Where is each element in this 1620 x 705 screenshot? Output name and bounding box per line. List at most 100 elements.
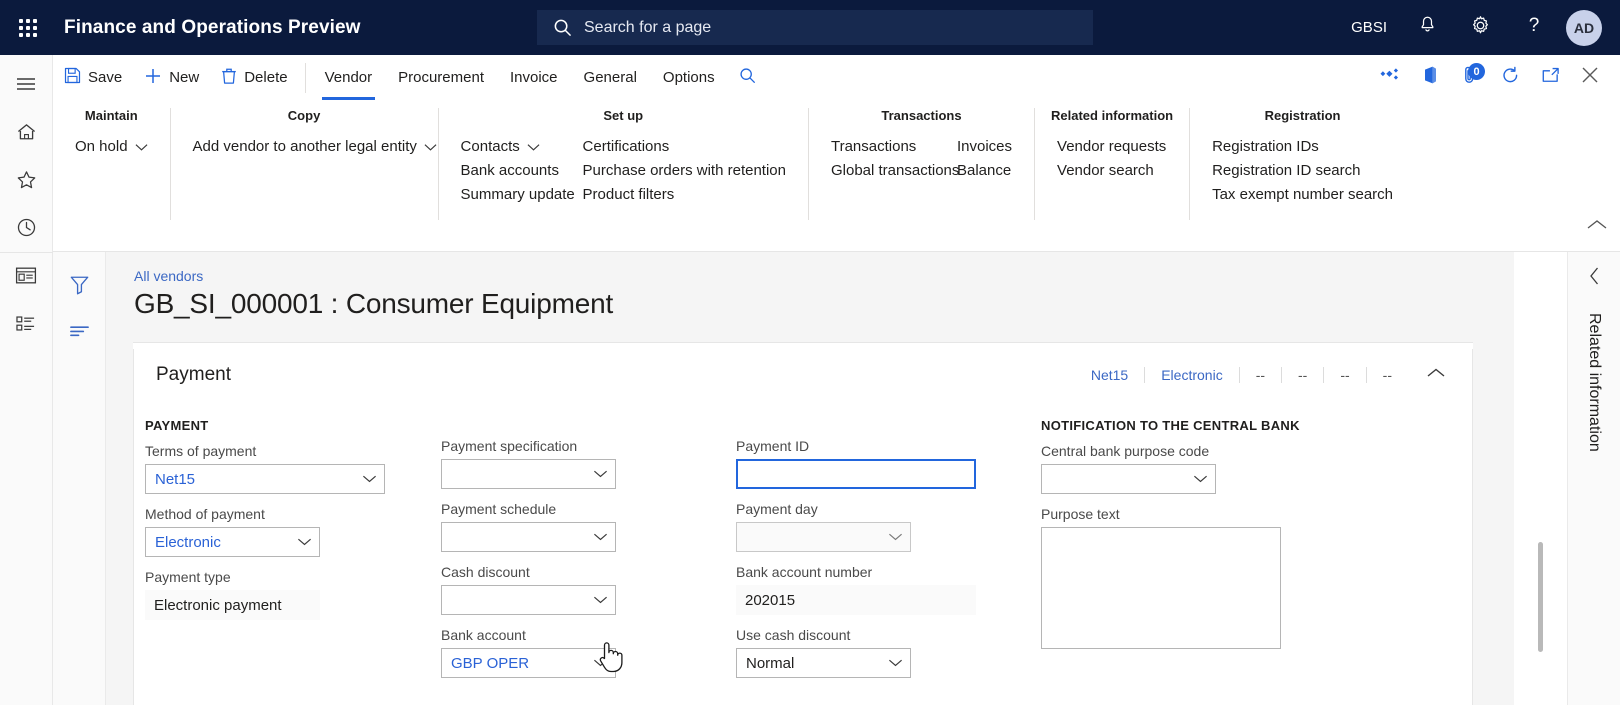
ribbon-item-global-transactions[interactable]: Global transactions xyxy=(825,159,959,183)
related-information-panel[interactable]: Related information xyxy=(1567,252,1620,705)
payment-column-2: Payment specification Payment schedule C… xyxy=(430,406,725,690)
ribbon-group-registration: Registration Registration IDs Registrati… xyxy=(1189,108,1415,220)
field-bank-account-number: Bank account number 202015 xyxy=(736,564,1020,615)
avatar[interactable]: AD xyxy=(1566,9,1602,46)
ribbon-item-tax-exempt-number-search[interactable]: Tax exempt number search xyxy=(1206,183,1399,207)
attachments-button[interactable]: 0 xyxy=(1450,55,1490,100)
ribbon-item-label: Add vendor to another legal entity xyxy=(192,138,417,155)
ribbon-item-vendor-search[interactable]: Vendor search xyxy=(1051,159,1172,183)
ribbon-item-label: Invoices xyxy=(956,138,1013,155)
ribbon-item-summary-update[interactable]: Summary update xyxy=(455,183,575,207)
help-button[interactable]: ? xyxy=(1507,0,1560,55)
payment-section-title: Payment xyxy=(156,364,231,385)
save-icon xyxy=(64,67,81,88)
sidebar-item-home[interactable] xyxy=(0,110,53,158)
ribbon-item-invoices[interactable]: Invoices xyxy=(951,135,1018,159)
bank-account-number-value: 202015 xyxy=(745,591,796,609)
ribbon-item-registration-ids[interactable]: Registration IDs xyxy=(1206,135,1399,159)
filter-button[interactable] xyxy=(53,264,106,310)
delete-button[interactable]: Delete xyxy=(210,55,298,100)
ribbon-group-title: Maintain xyxy=(84,108,138,123)
field-purpose-text: Purpose text xyxy=(1041,506,1320,649)
summary-terms-of-payment[interactable]: Net15 xyxy=(1075,367,1144,383)
field-bank-account: Bank account GBP OPER xyxy=(441,627,725,678)
breadcrumb[interactable]: All vendors xyxy=(106,252,1514,284)
ribbon-item-registration-id-search[interactable]: Registration ID search xyxy=(1206,159,1399,183)
share-button[interactable] xyxy=(1370,55,1410,100)
ribbon-item-label: Summary update xyxy=(460,186,575,203)
ribbon-item-transactions[interactable]: Transactions xyxy=(825,135,945,159)
field-use-cash-discount: Use cash discount Normal xyxy=(736,627,1020,678)
column-spacer xyxy=(736,406,1020,438)
chevron-down-icon xyxy=(362,474,377,484)
global-search-box[interactable]: Search for a page xyxy=(537,10,1093,45)
payment-column-4: NOTIFICATION TO THE CENTRAL BANK Central… xyxy=(1020,406,1320,690)
action-pane-search-button[interactable] xyxy=(728,55,768,100)
question-mark-icon: ? xyxy=(1524,14,1544,41)
payment-day-combobox[interactable] xyxy=(736,522,911,552)
central-bank-purpose-code-combobox[interactable] xyxy=(1041,464,1216,494)
notifications-button[interactable] xyxy=(1401,0,1454,55)
sidebar-item-modules[interactable] xyxy=(0,302,53,350)
ribbon-group-title: Related information xyxy=(1051,108,1174,123)
office-app-button[interactable] xyxy=(1410,55,1450,100)
sidebar-item-recent[interactable] xyxy=(0,206,53,254)
ribbon-item-balance[interactable]: Balance xyxy=(951,159,1018,183)
payment-fasttab-header[interactable]: Payment Net15 Electronic -- -- -- -- xyxy=(134,349,1472,401)
bank-account-combobox[interactable]: GBP OPER xyxy=(441,648,616,678)
ribbon-item-add-vendor-to-another-legal-entity[interactable]: Add vendor to another legal entity xyxy=(187,135,443,159)
ribbon-item-vendor-requests[interactable]: Vendor requests xyxy=(1051,135,1172,159)
tab-options[interactable]: Options xyxy=(650,55,728,100)
filter-rail xyxy=(53,252,106,705)
show-filters-button[interactable] xyxy=(53,310,106,356)
payment-schedule-combobox[interactable] xyxy=(441,522,616,552)
chevron-down-icon xyxy=(1193,474,1208,484)
tab-procurement[interactable]: Procurement xyxy=(385,55,497,100)
waffle-menu-button[interactable] xyxy=(0,0,55,55)
clock-icon xyxy=(16,217,37,243)
ribbon-item-contacts[interactable]: Contacts xyxy=(455,135,571,159)
tab-vendor[interactable]: Vendor xyxy=(312,55,386,100)
scrollbar-thumb[interactable] xyxy=(1538,542,1543,652)
tab-invoice[interactable]: Invoice xyxy=(497,55,571,100)
ribbon-item-product-filters[interactable]: Product filters xyxy=(577,183,792,207)
purpose-text-textarea[interactable] xyxy=(1041,527,1281,649)
field-label: Central bank purpose code xyxy=(1041,443,1210,459)
popout-button[interactable] xyxy=(1530,55,1570,100)
field-label: Payment schedule xyxy=(441,501,557,517)
new-button[interactable]: New xyxy=(133,55,210,100)
sidebar-item-favorites[interactable] xyxy=(0,158,53,206)
content-scrollbar[interactable] xyxy=(1514,252,1565,705)
payment-specification-combobox[interactable] xyxy=(441,459,616,489)
ribbon-item-label: Vendor search xyxy=(1057,162,1154,179)
method-of-payment-combobox[interactable]: Electronic xyxy=(145,527,320,557)
ribbon-item-certifications[interactable]: Certifications xyxy=(577,135,792,159)
chevron-up-icon xyxy=(1586,218,1608,235)
trash-icon xyxy=(221,67,237,89)
cash-discount-combobox[interactable] xyxy=(441,585,616,615)
company-selector[interactable]: GBSI xyxy=(1337,0,1401,55)
refresh-button[interactable] xyxy=(1490,55,1530,100)
close-button[interactable] xyxy=(1570,55,1610,100)
payment-id-input[interactable] xyxy=(736,459,976,489)
use-cash-discount-combobox[interactable]: Normal xyxy=(736,648,911,678)
payment-collapse-button[interactable] xyxy=(1422,362,1450,388)
ribbon-group-title: Transactions xyxy=(881,108,962,123)
sidebar-item-hamburger[interactable] xyxy=(0,62,53,110)
ribbon-item-on-hold[interactable]: On hold xyxy=(69,135,154,159)
ribbon-item-bank-accounts[interactable]: Bank accounts xyxy=(455,159,571,183)
settings-button[interactable] xyxy=(1454,0,1507,55)
field-label: Payment type xyxy=(145,569,231,585)
ribbon-collapse-button[interactable] xyxy=(1586,218,1608,236)
ribbon-item-purchase-orders-with-retention[interactable]: Purchase orders with retention xyxy=(577,159,792,183)
terms-of-payment-combobox[interactable]: Net15 xyxy=(145,464,385,494)
ribbon-item-label: Certifications xyxy=(582,138,670,155)
tab-general[interactable]: General xyxy=(571,55,650,100)
gear-icon xyxy=(1470,15,1491,41)
save-button[interactable]: Save xyxy=(53,55,133,100)
summary-field-5: -- xyxy=(1340,367,1350,383)
tab-invoice-label: Invoice xyxy=(510,69,558,86)
sidebar-item-workspaces[interactable] xyxy=(0,254,53,302)
ribbon-item-label: Purchase orders with retention xyxy=(582,162,786,179)
summary-method-of-payment[interactable]: Electronic xyxy=(1145,367,1238,383)
